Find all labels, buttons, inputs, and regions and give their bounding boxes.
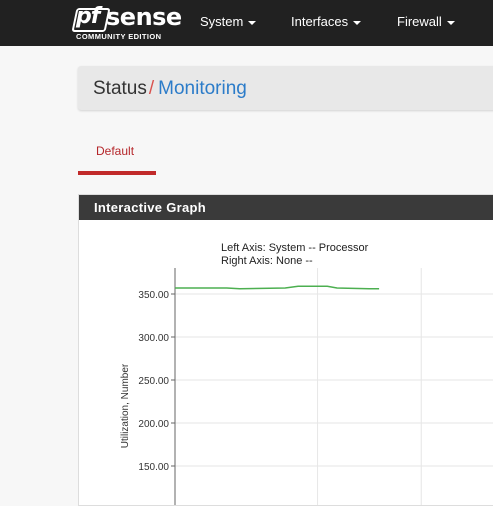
breadcrumb-monitoring-link[interactable]: Monitoring	[158, 78, 247, 99]
monitoring-chart[interactable]: 350.00300.00250.00200.00150.00100.00Util…	[79, 195, 493, 505]
caret-down-icon	[248, 20, 257, 25]
y-tick-label: 150.00	[138, 462, 169, 473]
logo-edition-text: COMMUNITY EDITION	[76, 32, 162, 41]
y-tick-label: 350.00	[138, 290, 169, 301]
y-axis-label: Utilization, Number	[120, 363, 131, 448]
logo-pf-text: pf	[76, 4, 100, 29]
breadcrumb-separator: /	[148, 78, 155, 99]
tab-active-indicator	[78, 171, 156, 175]
tab-default[interactable]: Default	[78, 135, 156, 175]
caret-down-icon	[353, 20, 362, 25]
top-navbar: pf sense COMMUNITY EDITION System Interf…	[0, 0, 493, 46]
breadcrumb-status: Status	[93, 78, 147, 99]
nav-menu-system[interactable]: System	[200, 14, 257, 29]
series-line	[175, 285, 380, 290]
y-tick-label: 200.00	[138, 419, 169, 430]
nav-menu-firewall[interactable]: Firewall	[397, 14, 455, 29]
nav-menu-label: Interfaces	[291, 14, 349, 29]
interactive-graph-panel: Interactive Graph 350.00 300.00 250.00 200.…	[78, 194, 493, 506]
logo-sense-text: sense	[106, 3, 182, 31]
nav-menu-label: Firewall	[397, 14, 442, 29]
nav-menu-label: System	[200, 14, 244, 29]
nav-menu-interfaces[interactable]: Interfaces	[291, 14, 362, 29]
breadcrumb-text: Status / Monitoring	[93, 78, 247, 100]
caret-down-icon	[446, 20, 455, 25]
y-tick-label: 250.00	[138, 376, 169, 387]
breadcrumb: Status / Monitoring	[78, 66, 493, 110]
y-tick-label: 300.00	[138, 333, 169, 344]
pfsense-logo[interactable]: pf sense COMMUNITY EDITION	[71, 3, 186, 44]
chart-legend-line: Left Axis: System -- Processor	[221, 242, 369, 254]
chart-legend-line: Right Axis: None --	[221, 255, 313, 267]
tab-label: Default	[96, 144, 135, 158]
